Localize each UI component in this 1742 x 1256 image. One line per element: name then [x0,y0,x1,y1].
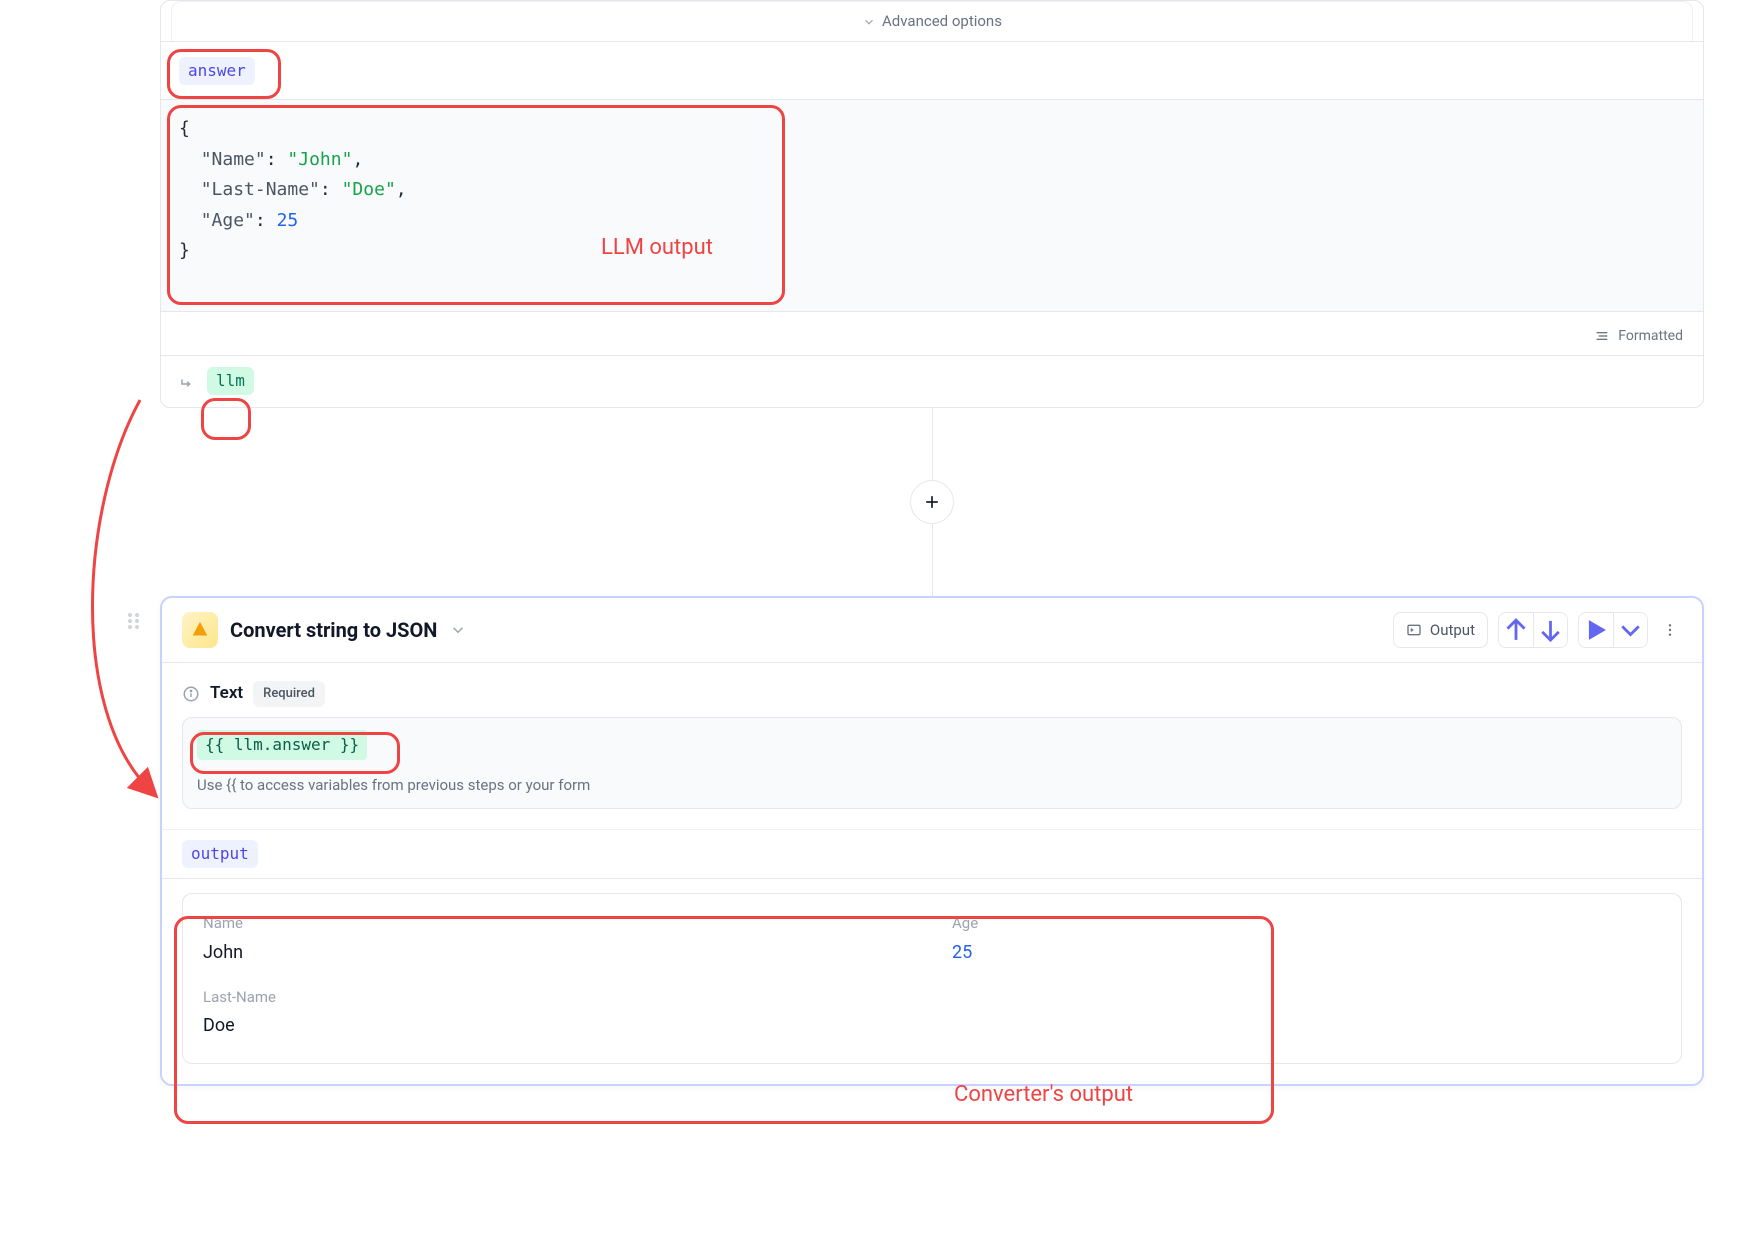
output-button[interactable]: Output [1393,612,1488,649]
move-up-button[interactable] [1499,613,1533,647]
add-step-button[interactable] [910,480,954,524]
chevron-down-icon [862,15,876,29]
annotation-circle-llm [201,398,251,440]
convert-header: Convert string to JSON Output [162,598,1702,664]
annotation-circle-template [190,732,400,774]
input-hint: Use {{ to access variables from previous… [197,774,1667,797]
output-chip[interactable]: output [182,840,258,868]
move-down-button[interactable] [1533,613,1567,647]
advanced-options-toggle[interactable]: Advanced options [171,1,1693,41]
convert-step-icon [182,612,218,648]
text-input-box[interactable]: {{ llm.answer }} Use {{ to access variab… [182,717,1682,810]
text-field-label: Text [210,681,243,707]
annotation-circle-code [167,105,785,305]
llm-chip[interactable]: llm [207,367,254,395]
terminal-icon [1406,622,1422,638]
return-icon [179,372,197,390]
chevron-down-icon [1614,614,1647,647]
list-icon [1594,328,1610,344]
formatted-label: Formatted [1618,326,1683,347]
move-controls [1498,612,1568,648]
drag-handle[interactable] [128,613,139,629]
annotation-circle-answer [167,49,281,99]
annotation-circle-output-panel [174,916,1274,1124]
plus-icon [922,492,942,512]
connector-line [932,408,933,480]
llm-step-panel: Advanced options answer { "Name": "John"… [160,0,1704,408]
info-icon[interactable] [182,685,200,703]
more-menu-button[interactable] [1658,613,1682,647]
play-icon [1579,613,1613,647]
llm-reference-row: llm [161,355,1703,407]
formatted-row[interactable]: Formatted [161,311,1703,355]
advanced-options-label: Advanced options [882,10,1002,33]
run-menu-button[interactable] [1613,613,1647,647]
run-controls [1578,612,1648,648]
output-chip-row: output [162,829,1702,878]
required-badge: Required [253,681,325,707]
arrow-up-icon [1499,613,1533,647]
kebab-icon [1662,622,1678,638]
run-button[interactable] [1579,613,1613,647]
answer-tag-row: answer [161,41,1703,99]
convert-title: Convert string to JSON [230,615,437,645]
arrow-down-icon [1534,614,1567,647]
connector-line-2 [932,524,933,596]
chevron-down-icon[interactable] [449,621,467,639]
convert-step-panel: Convert string to JSON Output [160,596,1704,1087]
